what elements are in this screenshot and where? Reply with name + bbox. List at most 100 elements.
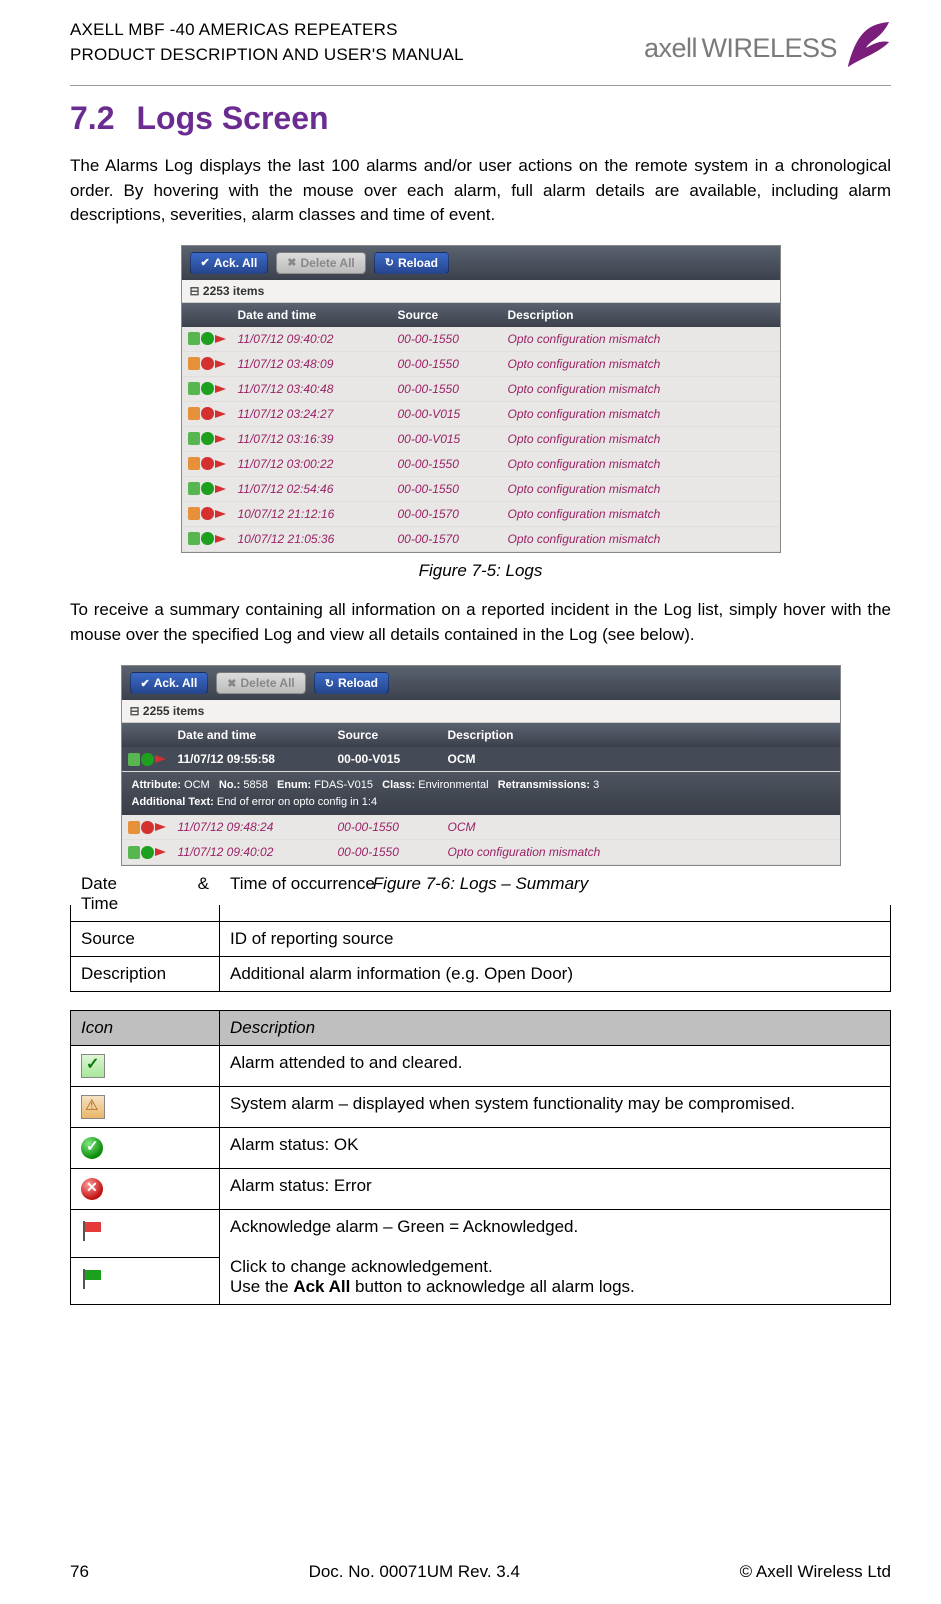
- cell-desc: Opto configuration mismatch: [502, 432, 780, 446]
- alarm-cleared-icon: [188, 532, 201, 545]
- table-row: Alarm status: Error: [71, 1169, 891, 1210]
- status-error-icon: [81, 1178, 103, 1200]
- status-ok-icon: [201, 532, 214, 545]
- figure-1-caption: Figure 7-5: Logs: [181, 561, 781, 581]
- reload-button[interactable]: ↻Reload: [314, 672, 389, 694]
- cell-desc: Opto configuration mismatch: [442, 845, 840, 859]
- columns-table-cont: Date&TimeTime of occurrence SourceID of …: [70, 905, 891, 992]
- cell-desc: Opto configuration mismatch: [502, 332, 780, 346]
- ack-description: Acknowledge alarm – Green = Acknowledged…: [220, 1210, 891, 1305]
- status-ok-icon: [201, 332, 214, 345]
- col-head-desc[interactable]: Description: [502, 308, 780, 322]
- cell-source: 00-00-1550: [392, 357, 502, 371]
- ack-flag-icon[interactable]: [155, 755, 166, 763]
- ack-flag-icon[interactable]: [215, 385, 226, 393]
- ack-flag-icon[interactable]: [215, 485, 226, 493]
- log-row[interactable]: 10/07/12 21:12:1600-00-1570Opto configur…: [182, 502, 780, 527]
- page-number: 76: [70, 1562, 89, 1582]
- ack-flag-red-icon: [81, 1221, 107, 1239]
- icons-table-h2: Description: [220, 1011, 891, 1046]
- ack-flag-icon[interactable]: [215, 335, 226, 343]
- cell-source: 00-00-1550: [392, 332, 502, 346]
- ack-flag-icon[interactable]: [155, 848, 166, 856]
- cell-desc: OCM: [442, 820, 840, 834]
- axell-logo: axell WIRELESS: [644, 18, 891, 79]
- log-row[interactable]: 11/07/12 09:55:5800-00-V015OCM: [122, 747, 840, 772]
- table-row: Alarm status: OK: [71, 1128, 891, 1169]
- ack-flag-icon[interactable]: [215, 460, 226, 468]
- table-header-row: Date and time Source Description: [182, 303, 780, 327]
- logs-toolbar: ✔Ack. All ✖Delete All ↻Reload: [182, 246, 780, 280]
- ack-flag-icon[interactable]: [215, 510, 226, 518]
- col-head-source[interactable]: Source: [332, 728, 442, 742]
- header-line2: PRODUCT DESCRIPTION AND USER'S MANUAL: [70, 43, 464, 68]
- header-left: AXELL MBF -40 AMERICAS REPEATERS PRODUCT…: [70, 18, 464, 67]
- reload-button[interactable]: ↻Reload: [374, 252, 449, 274]
- ack-flag-icon[interactable]: [215, 535, 226, 543]
- cell-source: 00-00-V015: [332, 752, 442, 766]
- header-line1: AXELL MBF -40 AMERICAS REPEATERS: [70, 18, 464, 43]
- status-error-icon: [201, 457, 214, 470]
- logo-sub: WIRELESS: [701, 33, 837, 63]
- x-icon: ✖: [287, 256, 296, 269]
- alarm-cleared-icon: [188, 332, 201, 345]
- system-alarm-icon: [188, 407, 201, 420]
- ack-flag-icon[interactable]: [215, 410, 226, 418]
- system-alarm-icon: [188, 357, 201, 370]
- log-row[interactable]: 10/07/12 21:05:3600-00-1570Opto configur…: [182, 527, 780, 552]
- item-count[interactable]: 2255 items: [122, 700, 840, 723]
- delete-all-button[interactable]: ✖Delete All: [216, 672, 305, 694]
- cell-desc: Opto configuration mismatch: [502, 407, 780, 421]
- paragraph-2: To receive a summary containing all info…: [70, 598, 891, 647]
- status-error-icon: [201, 357, 214, 370]
- status-ok-icon: [201, 432, 214, 445]
- paragraph-1: The Alarms Log displays the last 100 ala…: [70, 154, 891, 228]
- log-row[interactable]: 11/07/12 03:24:2700-00-V015Opto configur…: [182, 402, 780, 427]
- ack-all-button[interactable]: ✔Ack. All: [130, 672, 209, 694]
- reload-icon: ↻: [385, 256, 394, 269]
- ack-flag-icon[interactable]: [215, 435, 226, 443]
- col-head-desc[interactable]: Description: [442, 728, 840, 742]
- cell-datetime: 11/07/12 09:48:24: [172, 820, 332, 834]
- status-ok-icon: [81, 1137, 103, 1159]
- log-row[interactable]: 11/07/12 09:40:0200-00-1550Opto configur…: [122, 840, 840, 865]
- log-row[interactable]: 11/07/12 03:40:4800-00-1550Opto configur…: [182, 377, 780, 402]
- cell-desc: Opto configuration mismatch: [502, 457, 780, 471]
- figure-1: ✔Ack. All ✖Delete All ↻Reload 2253 items…: [181, 245, 781, 581]
- item-count[interactable]: 2253 items: [182, 280, 780, 303]
- status-error-icon: [201, 507, 214, 520]
- logo-mark-icon: [843, 18, 891, 79]
- alarm-cleared-icon: [188, 382, 201, 395]
- log-row[interactable]: 11/07/12 09:40:0200-00-1550Opto configur…: [182, 327, 780, 352]
- cell-desc: Opto configuration mismatch: [502, 482, 780, 496]
- alarm-cleared-icon: [128, 753, 141, 766]
- check-icon: ✔: [141, 677, 150, 690]
- log-row[interactable]: 11/07/12 03:16:3900-00-V015Opto configur…: [182, 427, 780, 452]
- check-icon: ✔: [201, 256, 210, 269]
- cell-desc: Opto configuration mismatch: [502, 357, 780, 371]
- col-head-date[interactable]: Date and time: [172, 728, 332, 742]
- col-head-date[interactable]: Date and time: [232, 308, 392, 322]
- log-row[interactable]: 11/07/12 09:48:2400-00-1550OCM: [122, 815, 840, 840]
- cell-desc: Opto configuration mismatch: [502, 507, 780, 521]
- ack-flag-icon[interactable]: [215, 360, 226, 368]
- copyright: © Axell Wireless Ltd: [740, 1562, 891, 1582]
- col-head-source[interactable]: Source: [392, 308, 502, 322]
- cell-datetime: 10/07/12 21:12:16: [232, 507, 392, 521]
- system-alarm-icon: [81, 1095, 105, 1119]
- table-row: Alarm attended to and cleared.: [71, 1046, 891, 1087]
- ack-all-button[interactable]: ✔Ack. All: [190, 252, 269, 274]
- cell-source: 00-00-1550: [392, 457, 502, 471]
- log-row[interactable]: 11/07/12 03:00:2200-00-1550Opto configur…: [182, 452, 780, 477]
- logs-panel-2: ✔Ack. All ✖Delete All ↻Reload 2255 items…: [121, 665, 841, 866]
- page-header: AXELL MBF -40 AMERICAS REPEATERS PRODUCT…: [70, 18, 891, 86]
- cell-source: 00-00-V015: [392, 407, 502, 421]
- log-row[interactable]: 11/07/12 03:48:0900-00-1550Opto configur…: [182, 352, 780, 377]
- cell-datetime: 11/07/12 03:40:48: [232, 382, 392, 396]
- log-row[interactable]: 11/07/12 02:54:4600-00-1550Opto configur…: [182, 477, 780, 502]
- cell-source: 00-00-1570: [392, 532, 502, 546]
- section-title: Logs Screen: [136, 100, 328, 136]
- cell-desc: Opto configuration mismatch: [502, 382, 780, 396]
- delete-all-button[interactable]: ✖Delete All: [276, 252, 365, 274]
- ack-flag-icon[interactable]: [155, 823, 166, 831]
